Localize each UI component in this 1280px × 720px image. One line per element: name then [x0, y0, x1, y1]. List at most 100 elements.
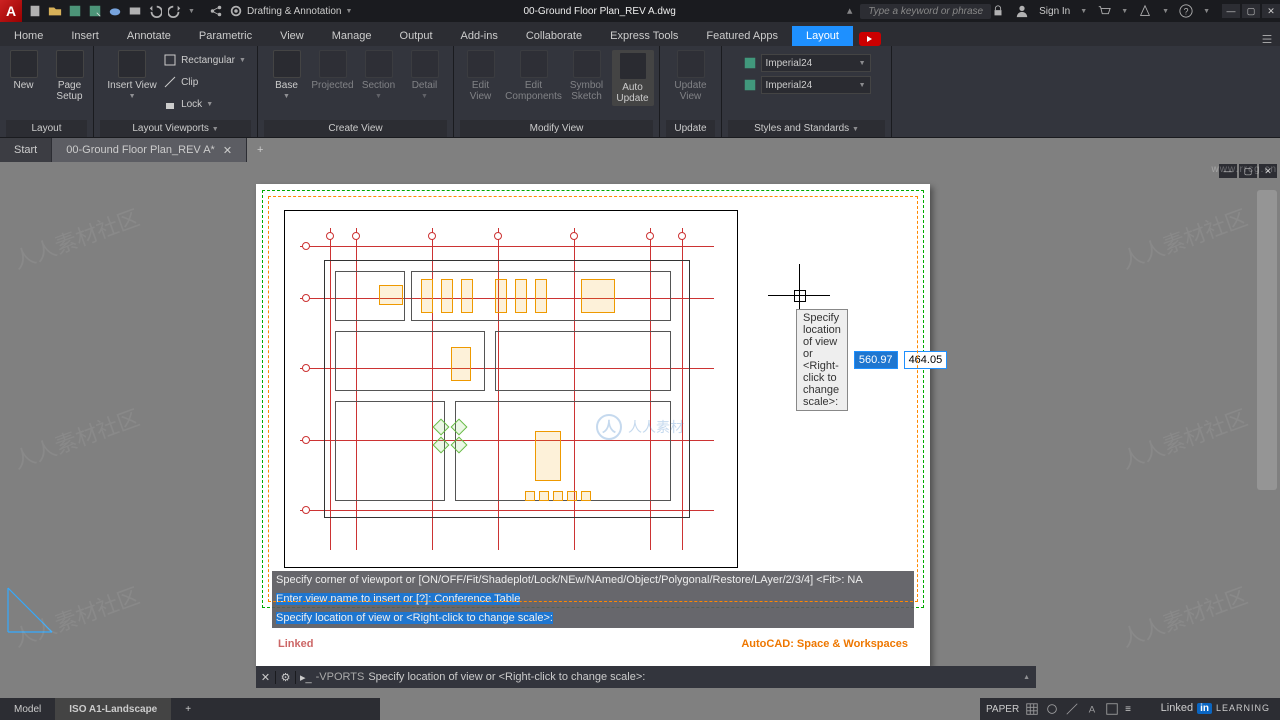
- cmd-expand-icon[interactable]: ▲: [1023, 674, 1030, 681]
- watermark-text: 人人素材社区: [9, 400, 144, 475]
- close-button[interactable]: ✕: [1262, 4, 1280, 18]
- dynamic-input: Specify location of view or <Right-click…: [796, 309, 947, 411]
- rectangular-button[interactable]: Rectangular▼: [163, 50, 246, 70]
- cmd-history-line: Specify corner of viewport or [ON/OFF/Fi…: [272, 571, 914, 590]
- base-button[interactable]: Base▼: [266, 50, 308, 100]
- qat-dropdown-icon[interactable]: ▼: [188, 8, 195, 15]
- style-icon: [743, 78, 757, 92]
- watermark-center: 人人人素材: [596, 414, 684, 440]
- auto-update-button[interactable]: Auto Update: [612, 50, 654, 106]
- app-icon[interactable]: A: [0, 0, 22, 22]
- lock-button[interactable]: Lock▼: [163, 94, 246, 114]
- open-icon[interactable]: [48, 4, 62, 18]
- style-dropdown-1[interactable]: Imperial24▼: [761, 54, 871, 72]
- watermark-text: 人人素材社区: [1116, 400, 1251, 475]
- cmd-config-icon[interactable]: ⚙: [276, 671, 296, 684]
- command-history-overlay: Specify corner of viewport or [ON/OFF/Fi…: [272, 571, 914, 628]
- model-tab[interactable]: Model: [0, 698, 55, 720]
- panel-styles: Imperial24▼ Imperial24▼ Styles and Stand…: [722, 46, 892, 137]
- tab-home[interactable]: Home: [0, 26, 57, 46]
- section-button[interactable]: Section▼: [358, 50, 400, 100]
- floor-plan: [300, 228, 714, 550]
- grid-icon[interactable]: [1025, 702, 1039, 716]
- anno-icon[interactable]: A: [1085, 702, 1099, 716]
- ribbon-collapse-icon[interactable]: [1260, 32, 1274, 46]
- plot-icon[interactable]: [128, 4, 142, 18]
- edit-view-button[interactable]: Edit View: [460, 50, 502, 102]
- cloud-icon[interactable]: [108, 4, 122, 18]
- new-icon[interactable]: [28, 4, 42, 18]
- tab-featured-apps[interactable]: Featured Apps: [692, 26, 792, 46]
- tab-annotate[interactable]: Annotate: [113, 26, 185, 46]
- saveas-icon[interactable]: [88, 4, 102, 18]
- viewport[interactable]: [284, 210, 738, 568]
- coord-x[interactable]: 560.97: [854, 351, 898, 369]
- space-indicator[interactable]: PAPER: [986, 704, 1019, 715]
- layout-tabs: Model ISO A1-Landscape +: [0, 698, 380, 720]
- save-icon[interactable]: [68, 4, 82, 18]
- youtube-icon[interactable]: [859, 32, 881, 46]
- cmd-history-line: Specify location of view or <Right-click…: [272, 609, 914, 628]
- title-chevron-icon[interactable]: ▶: [846, 8, 854, 13]
- cmd-close-icon[interactable]: ✕: [256, 671, 276, 684]
- projected-button[interactable]: Projected: [312, 50, 354, 91]
- navigation-bar[interactable]: [1257, 190, 1277, 490]
- user-icon[interactable]: [1015, 4, 1029, 18]
- coord-y[interactable]: 464.05: [904, 351, 948, 369]
- cart-icon[interactable]: [1097, 4, 1111, 18]
- drawing-canvas[interactable]: — ▢ ✕: [0, 162, 1280, 692]
- tab-express-tools[interactable]: Express Tools: [596, 26, 692, 46]
- titlebar: A ▼ Drafting & Annotation ▼ 00-Ground Fl…: [0, 0, 1280, 22]
- sign-in-button[interactable]: Sign In: [1039, 6, 1070, 17]
- minimize-button[interactable]: —: [1222, 4, 1240, 18]
- new-layout-button[interactable]: New: [3, 50, 45, 91]
- symbol-sketch-button[interactable]: Symbol Sketch: [566, 50, 608, 102]
- tab-manage[interactable]: Manage: [318, 26, 386, 46]
- clip-button[interactable]: Clip: [163, 72, 246, 92]
- file-tab-start[interactable]: Start: [0, 138, 52, 162]
- search-input[interactable]: Type a keyword or phrase: [860, 4, 991, 19]
- style-dropdown-2[interactable]: Imperial24▼: [761, 76, 871, 94]
- close-tab-icon[interactable]: ✕: [223, 144, 232, 157]
- workspace-selector[interactable]: Drafting & Annotation ▼: [229, 4, 352, 18]
- tab-view[interactable]: View: [266, 26, 318, 46]
- update-view-button[interactable]: Update View: [670, 50, 712, 102]
- watermark-text: 人人素材社区: [1116, 578, 1251, 653]
- new-tab-button[interactable]: +: [247, 144, 273, 156]
- lock-icon[interactable]: [991, 4, 1005, 18]
- linkedin-badge: Linked in LEARNING: [1161, 702, 1270, 714]
- tab-parametric[interactable]: Parametric: [185, 26, 266, 46]
- layout-tab-iso[interactable]: ISO A1-Landscape: [55, 698, 171, 720]
- page-setup-button[interactable]: Page Setup: [49, 50, 91, 102]
- course-title: AutoCAD: Space & Workspaces: [741, 638, 908, 650]
- style-icon: [743, 56, 757, 70]
- cmd-text: Specify location of view or <Right-click…: [368, 671, 645, 683]
- tab-output[interactable]: Output: [386, 26, 447, 46]
- share-icon[interactable]: [209, 4, 223, 18]
- edit-components-button[interactable]: Edit Components: [506, 50, 562, 102]
- insert-view-button[interactable]: Insert View▼: [105, 50, 159, 100]
- undo-icon[interactable]: [148, 4, 162, 18]
- panel-modify-view: Edit View Edit Components Symbol Sketch …: [454, 46, 660, 137]
- scale-icon[interactable]: [1065, 702, 1079, 716]
- workspace-label: Drafting & Annotation: [247, 6, 342, 17]
- tab-addins[interactable]: Add-ins: [447, 26, 512, 46]
- redo-icon[interactable]: [168, 4, 182, 18]
- status-menu-icon[interactable]: ≡: [1125, 704, 1131, 715]
- tab-layout[interactable]: Layout: [792, 26, 853, 46]
- detail-button[interactable]: Detail▼: [404, 50, 446, 100]
- panel-layout: New Page Setup Layout: [0, 46, 94, 137]
- tab-collaborate[interactable]: Collaborate: [512, 26, 596, 46]
- autodesk-icon[interactable]: [1138, 4, 1152, 18]
- help-icon[interactable]: ?: [1179, 4, 1193, 18]
- new-layout-tab[interactable]: +: [171, 698, 205, 720]
- gear-icon: [229, 4, 243, 18]
- command-line[interactable]: ✕ ⚙ ▸_ -VPORTS Specify location of view …: [256, 666, 1036, 688]
- file-tab-document[interactable]: 00-Ground Floor Plan_REV A*✕: [52, 138, 247, 162]
- target-icon[interactable]: [1045, 702, 1059, 716]
- maximize-button[interactable]: ▢: [1242, 4, 1260, 18]
- opts-icon[interactable]: [1105, 702, 1119, 716]
- signin-chevron-icon[interactable]: ▼: [1080, 8, 1087, 15]
- panel-update: Update View Update: [660, 46, 722, 137]
- tab-insert[interactable]: Insert: [57, 26, 113, 46]
